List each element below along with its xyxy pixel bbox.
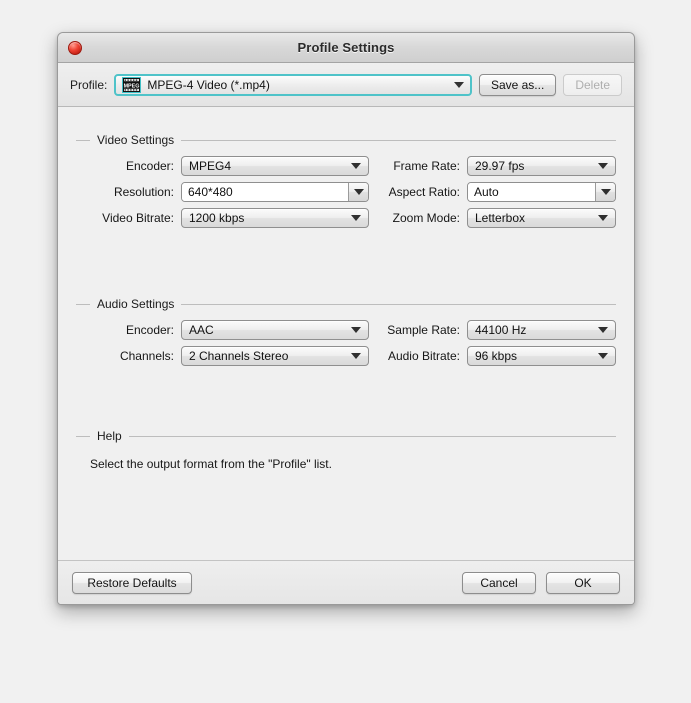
sample-rate-dropdown[interactable]: 44100 Hz — [467, 320, 616, 340]
chevron-down-icon — [598, 353, 608, 359]
ok-button[interactable]: OK — [546, 571, 620, 594]
aspect-ratio-value[interactable]: Auto — [468, 183, 595, 201]
dialog-footer: Restore Defaults Cancel OK — [58, 560, 634, 604]
frame-rate-label: Frame Rate: — [393, 159, 460, 173]
chevron-down-icon — [353, 189, 364, 195]
channels-dropdown[interactable]: 2 Channels Stereo — [181, 346, 369, 366]
chevron-down-icon — [351, 215, 361, 221]
video-settings-title: Video Settings — [97, 133, 175, 147]
mpeg-film-icon: MPEG — [122, 76, 142, 93]
settings-content: Video Settings Encoder: MPEG4 Resolution… — [58, 107, 634, 560]
window-title: Profile Settings — [297, 40, 395, 55]
help-group: Help Select the output format from the "… — [76, 429, 616, 471]
chevron-down-icon — [600, 189, 611, 195]
row-channels: Channels: 2 Channels Stereo — [76, 346, 369, 366]
audio-encoder-value: AAC — [189, 323, 214, 337]
audio-right-column: Sample Rate: 44100 Hz Audio Bitrate: 96 … — [369, 320, 616, 372]
group-rule-right — [181, 139, 616, 141]
help-text: Select the output format from the "Profi… — [90, 457, 332, 471]
frame-rate-value: 29.97 fps — [475, 159, 525, 173]
chevron-down-icon — [351, 353, 361, 359]
chevron-down-icon — [598, 327, 608, 333]
restore-defaults-button[interactable]: Restore Defaults — [72, 571, 192, 594]
sample-rate-value: 44100 Hz — [475, 323, 527, 337]
row-sample-rate: Sample Rate: 44100 Hz — [369, 320, 616, 340]
save-as-button[interactable]: Save as... — [478, 73, 557, 96]
row-video-bitrate: Video Bitrate: 1200 kbps — [76, 208, 369, 228]
row-audio-encoder: Encoder: AAC — [76, 320, 369, 340]
audio-bitrate-label: Audio Bitrate: — [387, 349, 460, 363]
resolution-label: Resolution: — [113, 185, 174, 199]
cancel-button[interactable]: Cancel — [462, 571, 536, 594]
aspect-ratio-combobox[interactable]: Auto — [467, 182, 616, 202]
group-rule-right — [181, 303, 616, 305]
row-video-encoder: Encoder: MPEG4 — [76, 156, 369, 176]
frame-rate-dropdown[interactable]: 29.97 fps — [467, 156, 616, 176]
video-settings-rows: Encoder: MPEG4 Resolution: 640*480 Video… — [76, 156, 616, 234]
video-encoder-value: MPEG4 — [189, 159, 232, 173]
group-rule-left — [76, 139, 90, 141]
audio-encoder-dropdown[interactable]: AAC — [181, 320, 369, 340]
aspect-ratio-label: Aspect Ratio: — [388, 185, 460, 199]
audio-settings-group: Audio Settings Encoder: AAC Channels: 2 … — [76, 297, 616, 372]
row-audio-bitrate: Audio Bitrate: 96 kbps — [369, 346, 616, 366]
video-settings-group: Video Settings Encoder: MPEG4 Resolution… — [76, 133, 616, 234]
audio-left-column: Encoder: AAC Channels: 2 Channels Stereo — [76, 320, 369, 372]
help-header: Help — [76, 429, 616, 443]
sample-rate-label: Sample Rate: — [387, 323, 460, 337]
video-settings-header: Video Settings — [76, 133, 616, 147]
group-rule-left — [76, 303, 90, 305]
resolution-dropdown-button[interactable] — [348, 183, 368, 201]
chevron-down-icon — [453, 81, 464, 88]
help-title: Help — [97, 429, 122, 443]
audio-bitrate-value: 96 kbps — [475, 349, 518, 363]
audio-settings-header: Audio Settings — [76, 297, 616, 311]
row-zoom-mode: Zoom Mode: Letterbox — [369, 208, 616, 228]
profile-dropdown[interactable]: MPEG MPEG-4 Video (*.mp4) — [114, 73, 472, 96]
resolution-value[interactable]: 640*480 — [182, 183, 348, 201]
video-bitrate-value: 1200 kbps — [189, 211, 245, 225]
audio-encoder-label: Encoder: — [125, 323, 174, 337]
chevron-down-icon — [598, 215, 608, 221]
row-resolution: Resolution: 640*480 — [76, 182, 369, 202]
channels-label: Channels: — [119, 349, 174, 363]
video-encoder-label: Encoder: — [125, 159, 174, 173]
zoom-mode-dropdown[interactable]: Letterbox — [467, 208, 616, 228]
video-bitrate-label: Video Bitrate: — [102, 211, 174, 225]
audio-settings-title: Audio Settings — [97, 297, 175, 311]
window-titlebar: Profile Settings — [58, 33, 634, 63]
zoom-mode-value: Letterbox — [475, 211, 526, 225]
chevron-down-icon — [598, 163, 608, 169]
video-encoder-dropdown[interactable]: MPEG4 — [181, 156, 369, 176]
audio-bitrate-dropdown[interactable]: 96 kbps — [467, 346, 616, 366]
profile-label: Profile: — [70, 77, 108, 92]
video-bitrate-dropdown[interactable]: 1200 kbps — [181, 208, 369, 228]
chevron-down-icon — [351, 327, 361, 333]
close-icon[interactable] — [68, 41, 82, 55]
profile-settings-window: Profile Settings Profile: MPEG MPEG-4 Vi… — [57, 32, 635, 605]
channels-value: 2 Channels Stereo — [189, 349, 289, 363]
aspect-ratio-dropdown-button[interactable] — [595, 183, 615, 201]
profile-value: MPEG-4 Video (*.mp4) — [147, 77, 270, 92]
zoom-mode-label: Zoom Mode: — [392, 211, 460, 225]
row-frame-rate: Frame Rate: 29.97 fps — [369, 156, 616, 176]
chevron-down-icon — [351, 163, 361, 169]
delete-button[interactable]: Delete — [563, 73, 622, 96]
profile-bar: Profile: MPEG MPEG-4 Video (*.mp4) Save … — [58, 63, 634, 107]
row-aspect-ratio: Aspect Ratio: Auto — [369, 182, 616, 202]
group-rule-right — [128, 435, 616, 437]
audio-settings-rows: Encoder: AAC Channels: 2 Channels Stereo — [76, 320, 616, 372]
resolution-combobox[interactable]: 640*480 — [181, 182, 369, 202]
svg-text:MPEG: MPEG — [124, 83, 140, 89]
group-rule-left — [76, 435, 90, 437]
video-left-column: Encoder: MPEG4 Resolution: 640*480 Video… — [76, 156, 369, 234]
video-right-column: Frame Rate: 29.97 fps Aspect Ratio: Auto — [369, 156, 616, 234]
